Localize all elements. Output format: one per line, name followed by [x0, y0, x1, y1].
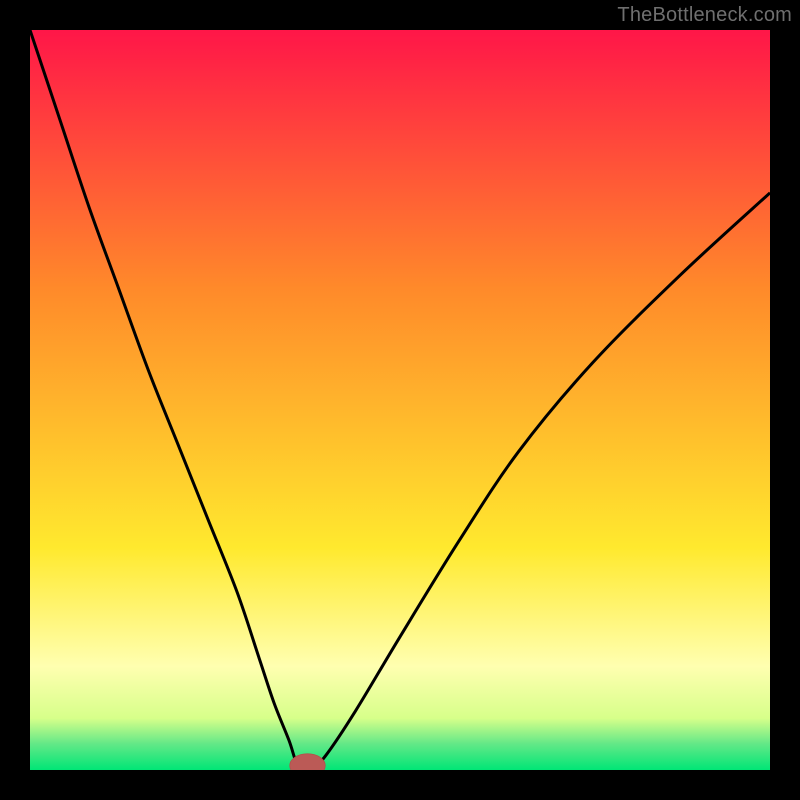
outer-black-frame: TheBottleneck.com: [0, 0, 800, 800]
plot-area: [30, 30, 770, 770]
watermark-text: TheBottleneck.com: [617, 4, 792, 27]
gradient-background: [30, 30, 770, 770]
bottleneck-chart: [30, 30, 770, 770]
